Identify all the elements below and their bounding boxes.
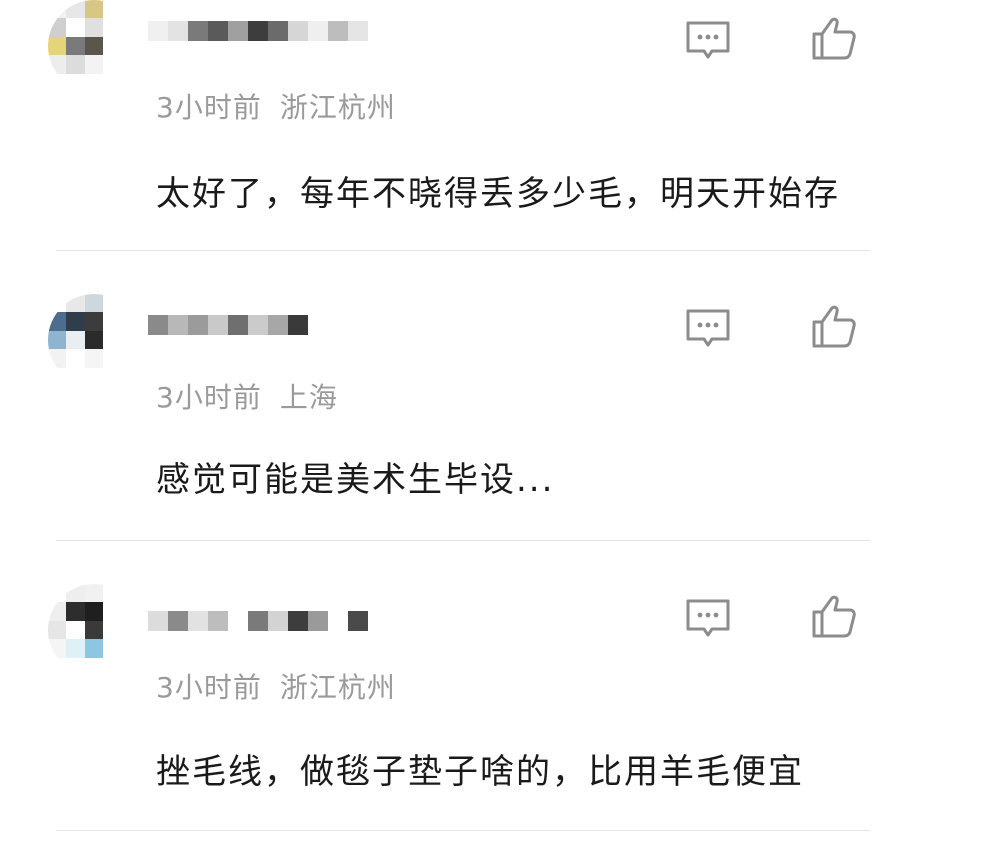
comment-item: 3小时前 浙江杭州 太好了，每年不晓得丢多少毛，明天开始存: [0, 0, 992, 290]
comment-time: 3小时前: [156, 91, 262, 124]
comment-meta: 3小时前 上海: [156, 376, 338, 416]
reply-button[interactable]: [680, 590, 736, 646]
comment-item: 3小时前 浙江杭州 挫毛线，做毯子垫子啥的，比用羊毛便宜: [0, 580, 992, 848]
like-button[interactable]: [806, 298, 862, 354]
comment-location: 浙江杭州: [279, 671, 396, 704]
comment-text: 感觉可能是美术生毕设...: [156, 460, 555, 500]
comment-text: 太好了，每年不晓得丢多少毛，明天开始存: [156, 174, 840, 214]
divider: [56, 830, 870, 831]
comment-time: 3小时前: [156, 671, 262, 704]
comment-meta: 3小时前 浙江杭州: [156, 86, 396, 126]
avatar[interactable]: [48, 0, 140, 92]
comment-location: 浙江杭州: [279, 91, 396, 124]
like-button[interactable]: [806, 10, 862, 66]
comment-bubble-icon: [686, 599, 730, 637]
username-redacted[interactable]: [148, 606, 368, 636]
comment-item: 3小时前 上海 感觉可能是美术生毕设...: [0, 290, 992, 580]
reply-button[interactable]: [680, 12, 736, 68]
comment-meta: 3小时前 浙江杭州: [156, 666, 396, 706]
comment-location: 上海: [279, 381, 338, 414]
reply-button[interactable]: [680, 300, 736, 356]
comment-bubble-icon: [686, 21, 730, 59]
comment-time: 3小时前: [156, 381, 262, 414]
thumbs-up-icon: [812, 595, 856, 638]
comment-list: 3小时前 浙江杭州 太好了，每年不晓得丢多少毛，明天开始存 3小时前 上海 感觉…: [0, 0, 992, 848]
username-redacted[interactable]: [148, 16, 368, 46]
comment-bubble-icon: [686, 309, 730, 347]
comment-text: 挫毛线，做毯子垫子啥的，比用羊毛便宜: [156, 752, 804, 792]
thumbs-up-icon: [812, 17, 856, 60]
divider: [56, 540, 870, 541]
thumbs-up-icon: [812, 305, 856, 348]
username-redacted[interactable]: [148, 310, 308, 340]
like-button[interactable]: [806, 588, 862, 644]
avatar[interactable]: [48, 294, 140, 386]
avatar[interactable]: [48, 584, 140, 676]
divider: [56, 250, 870, 251]
